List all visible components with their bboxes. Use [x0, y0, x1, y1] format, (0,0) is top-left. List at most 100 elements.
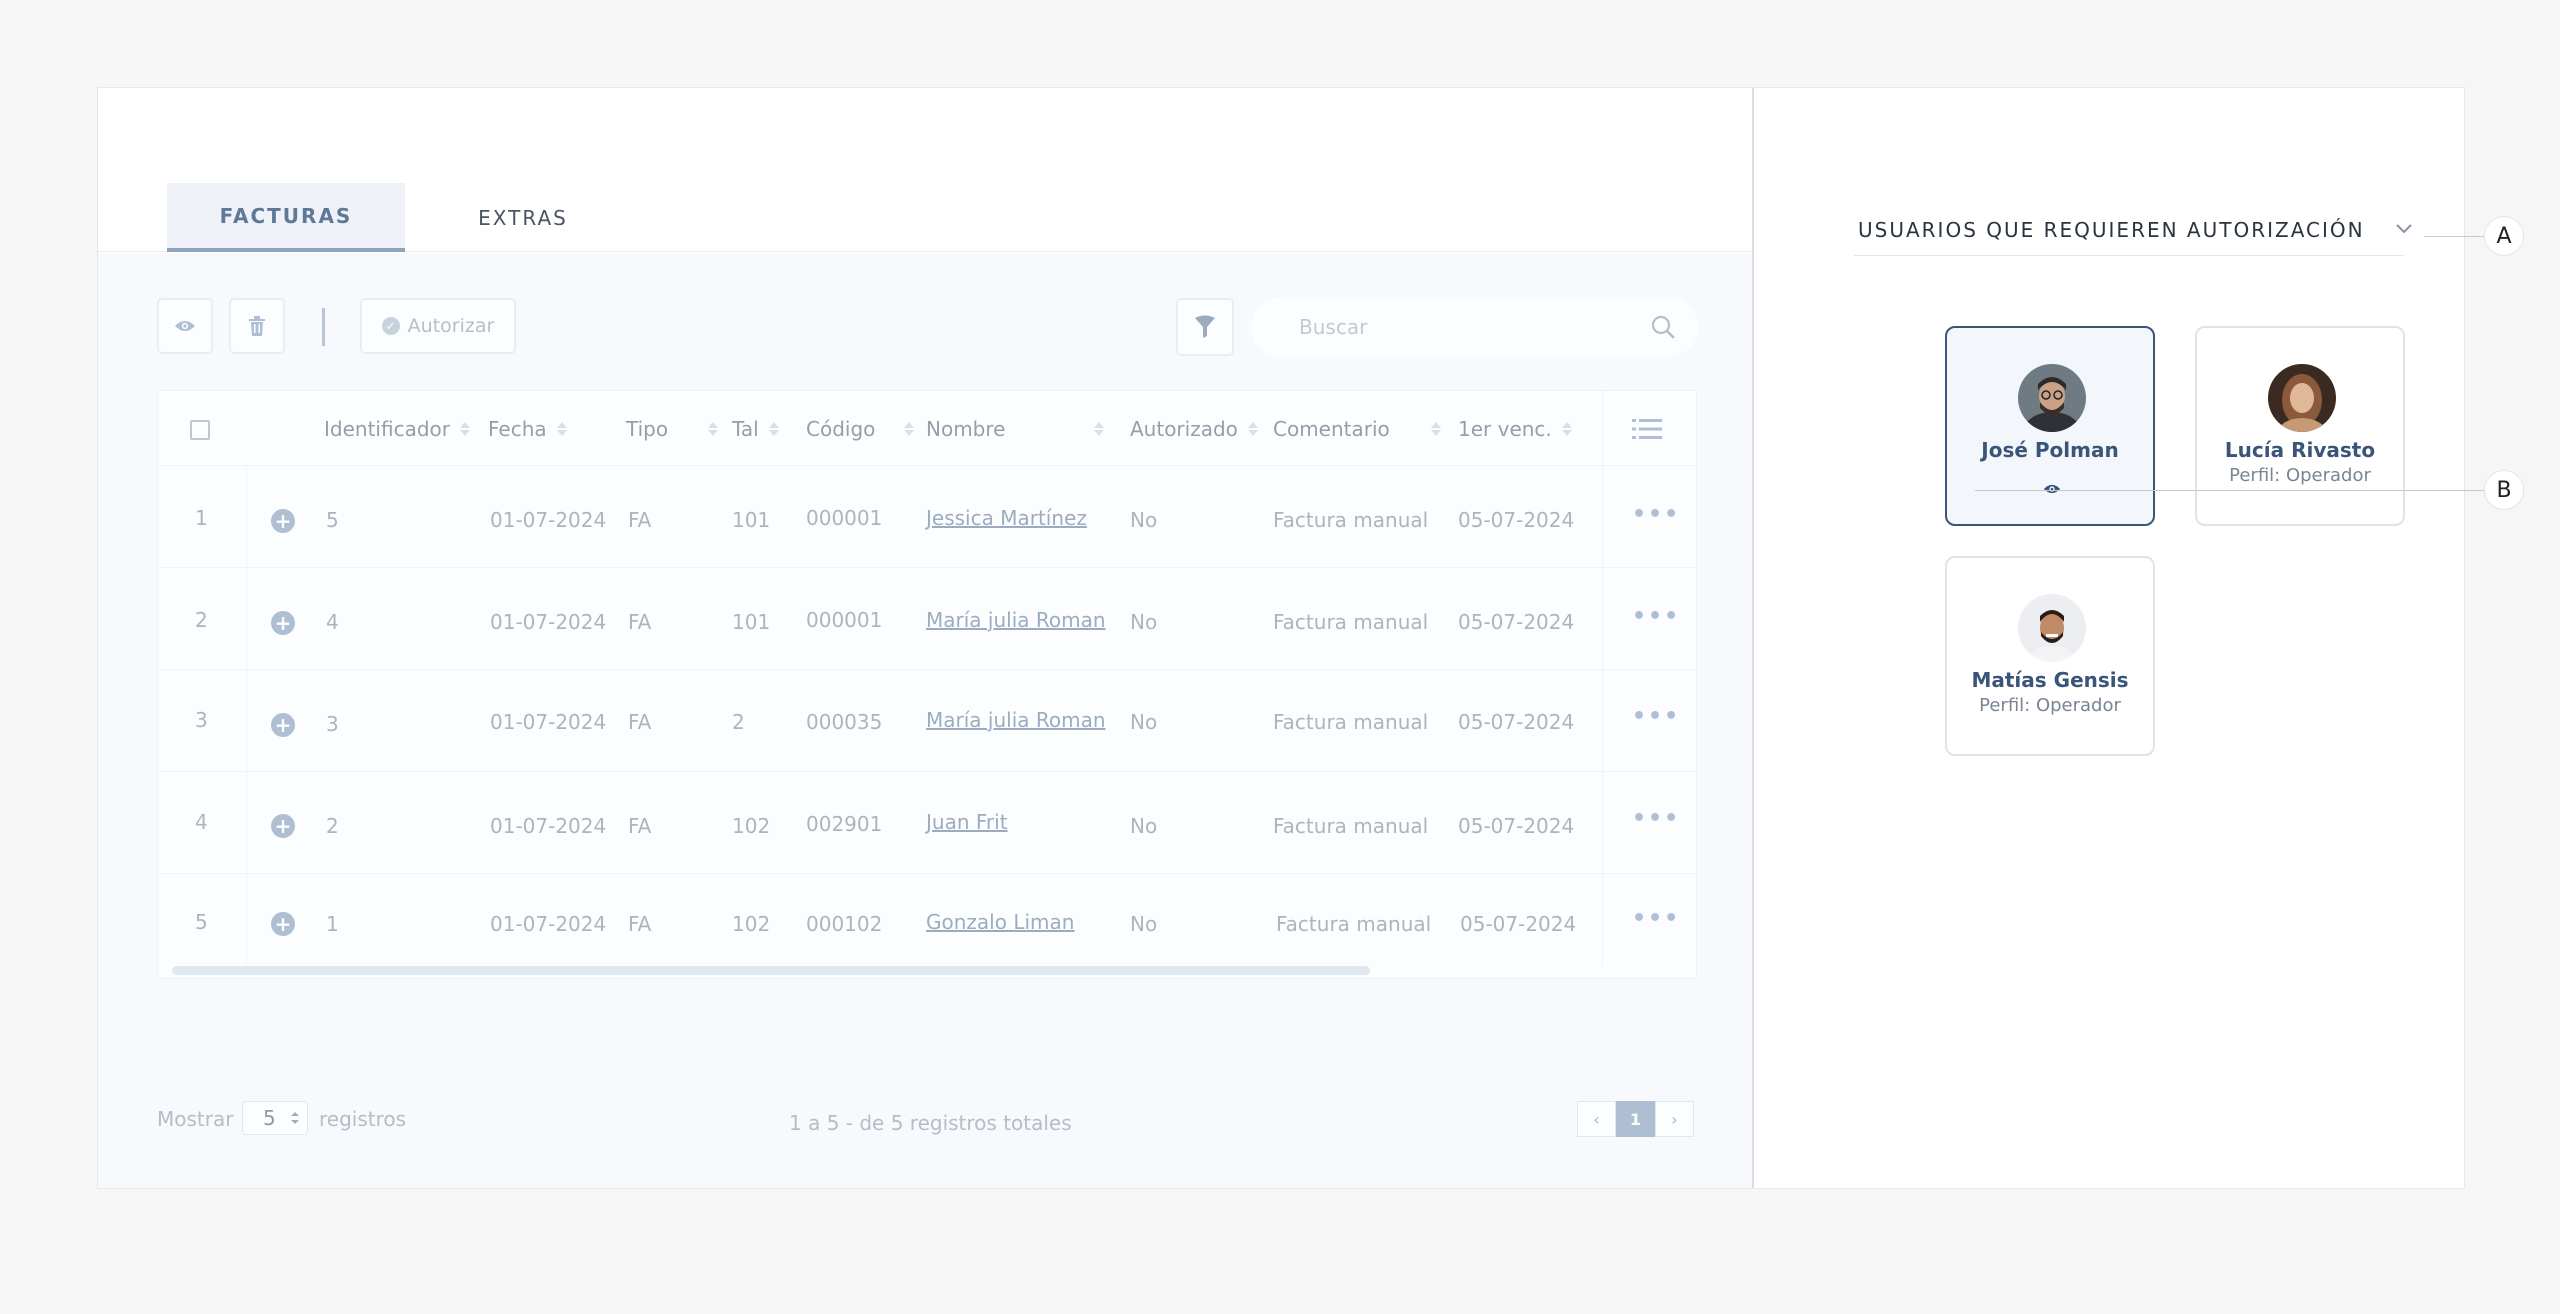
- row-actions-icon[interactable]: •••: [1632, 502, 1680, 527]
- authorize-label: Autorizar: [407, 315, 495, 337]
- cell-nombre-link[interactable]: María julia Roman: [926, 608, 1106, 632]
- cell-comentario: Factura manual: [1273, 710, 1429, 734]
- cell-tal: 101: [732, 508, 771, 532]
- table-header: Identificador Fecha Tipo Tal Código Nomb…: [158, 391, 1696, 466]
- expand-row-icon[interactable]: +: [271, 912, 295, 936]
- table-row[interactable]: 5 + 1 01-07-2024 FA 102 000102 Gonzalo L…: [158, 874, 1696, 976]
- next-page-button[interactable]: ›: [1655, 1101, 1694, 1137]
- sort-icon[interactable]: [904, 421, 914, 436]
- cell-comentario: Factura manual: [1273, 814, 1429, 838]
- list-icon: [1632, 418, 1662, 439]
- row-actions-icon[interactable]: •••: [1632, 704, 1680, 729]
- invoices-table: Identificador Fecha Tipo Tal Código Nomb…: [157, 390, 1697, 979]
- show-label: Mostrar: [157, 1107, 234, 1131]
- cell-nombre-link[interactable]: Gonzalo Liman: [926, 910, 1074, 934]
- cell-nombre-link[interactable]: María julia Roman: [926, 708, 1106, 732]
- column-header-nombre[interactable]: Nombre: [926, 391, 1104, 466]
- cell-identificador: 1: [326, 912, 339, 936]
- cell-vencimiento: 05-07-2024: [1460, 912, 1577, 936]
- sort-icon[interactable]: [1561, 421, 1572, 436]
- view-button[interactable]: [157, 298, 213, 354]
- sort-icon[interactable]: [556, 421, 567, 436]
- user-card[interactable]: José Polman: [1945, 326, 2155, 526]
- cell-vencimiento: 05-07-2024: [1458, 814, 1575, 838]
- column-header-comentario[interactable]: Comentario: [1273, 391, 1441, 466]
- cell-autorizado: No: [1130, 912, 1158, 936]
- column-header-identificador[interactable]: Identificador: [324, 391, 470, 466]
- sort-icon[interactable]: [1094, 421, 1104, 436]
- user-profile: Perfil: Operador: [1979, 695, 2121, 716]
- tab-facturas[interactable]: FACTURAS: [167, 183, 405, 252]
- tab-bar: FACTURAS EXTRAS: [98, 88, 1752, 252]
- cell-fecha: 01-07-2024: [490, 610, 607, 634]
- column-header-tipo[interactable]: Tipo: [626, 391, 718, 466]
- cell-nombre-link[interactable]: Jessica Martínez: [926, 506, 1087, 530]
- expand-row-icon[interactable]: +: [271, 713, 295, 737]
- select-all-checkbox[interactable]: [190, 420, 210, 440]
- expand-row-icon[interactable]: +: [271, 509, 295, 533]
- row-actions-icon[interactable]: •••: [1632, 806, 1680, 831]
- table-row[interactable]: 2 + 4 01-07-2024 FA 101 000001 María jul…: [158, 568, 1696, 670]
- authorize-button[interactable]: ✓ Autorizar: [360, 298, 516, 354]
- chevron-left-icon: ‹: [1593, 1109, 1600, 1129]
- updown-icon: [291, 1112, 299, 1124]
- column-settings-button[interactable]: [1632, 391, 1662, 466]
- row-number: 2: [195, 608, 208, 632]
- cell-fecha: 01-07-2024: [490, 508, 607, 532]
- cell-nombre-link[interactable]: Juan Frit: [926, 810, 1008, 834]
- records-label: registros: [319, 1107, 407, 1131]
- cell-comentario: Factura manual: [1273, 610, 1429, 634]
- panel-title: USUARIOS QUE REQUIEREN AUTORIZACIÓN: [1858, 218, 2365, 242]
- page-size-stepper[interactable]: 5: [242, 1101, 308, 1135]
- sort-icon[interactable]: [768, 421, 779, 436]
- cell-codigo: 000035: [806, 710, 883, 734]
- cell-tipo: FA: [628, 610, 652, 634]
- column-header-codigo[interactable]: Código: [806, 391, 914, 466]
- sort-icon[interactable]: [459, 421, 470, 436]
- table-row[interactable]: 3 + 3 01-07-2024 FA 2 000035 María julia…: [158, 670, 1696, 772]
- search-input[interactable]: [1251, 297, 1698, 357]
- tab-extras[interactable]: EXTRAS: [438, 183, 608, 252]
- filter-button[interactable]: [1176, 298, 1234, 356]
- toolbar-separator: [322, 308, 325, 346]
- invoices-section: FACTURAS EXTRAS ✓ Autorizar Buscar Ident…: [98, 88, 1752, 1188]
- column-header-tal[interactable]: Tal: [732, 391, 779, 466]
- eye-icon[interactable]: [2043, 483, 2061, 495]
- panel-header[interactable]: USUARIOS QUE REQUIEREN AUTORIZACIÓN: [1854, 212, 2412, 256]
- prev-page-button[interactable]: ‹: [1577, 1101, 1616, 1137]
- column-header-autorizado[interactable]: Autorizado: [1130, 391, 1258, 466]
- cell-vencimiento: 05-07-2024: [1458, 508, 1575, 532]
- cell-tipo: FA: [628, 814, 652, 838]
- user-card[interactable]: Matías Gensis Perfil: Operador: [1945, 556, 2155, 756]
- horizontal-scrollbar[interactable]: [172, 966, 1370, 975]
- sort-icon[interactable]: [708, 421, 718, 436]
- records-total: 1 a 5 - de 5 registros totales: [789, 1111, 1072, 1135]
- main-frame: FACTURAS EXTRAS ✓ Autorizar Buscar Ident…: [97, 87, 2465, 1189]
- cell-tipo: FA: [628, 912, 652, 936]
- expand-row-icon[interactable]: +: [271, 611, 295, 635]
- page-button-current[interactable]: 1: [1616, 1101, 1655, 1137]
- cell-autorizado: No: [1130, 508, 1158, 532]
- sort-icon[interactable]: [1431, 421, 1441, 436]
- cell-tipo: FA: [628, 508, 652, 532]
- cell-tal: 101: [732, 610, 771, 634]
- row-actions-icon[interactable]: •••: [1632, 906, 1680, 931]
- column-header-vencimiento[interactable]: 1er venc.: [1458, 391, 1572, 466]
- check-circle-icon: ✓: [381, 317, 400, 335]
- avatar: [2018, 594, 2086, 662]
- table-row[interactable]: 4 + 2 01-07-2024 FA 102 002901 Juan Frit…: [158, 772, 1696, 874]
- search-icon[interactable]: [1650, 314, 1676, 340]
- row-actions-icon[interactable]: •••: [1632, 604, 1680, 629]
- delete-button[interactable]: [229, 298, 285, 354]
- invoices-content: ✓ Autorizar Identificador Fecha Tipo: [98, 253, 1752, 1188]
- eye-icon: [175, 321, 195, 331]
- expand-row-icon[interactable]: +: [271, 814, 295, 838]
- user-card[interactable]: Lucía Rivasto Perfil: Operador: [2195, 326, 2405, 526]
- user-name: José Polman: [1981, 438, 2119, 462]
- sort-icon[interactable]: [1247, 421, 1258, 436]
- table-row[interactable]: 1 + 5 01-07-2024 FA 101 000001 Jessica M…: [158, 466, 1696, 568]
- table-footer: Mostrar 5 registros 1 a 5 - de 5 registr…: [157, 1101, 1697, 1141]
- chevron-down-icon[interactable]: [2396, 224, 2412, 234]
- cell-comentario: Factura manual: [1273, 508, 1429, 532]
- column-header-fecha[interactable]: Fecha: [488, 391, 567, 466]
